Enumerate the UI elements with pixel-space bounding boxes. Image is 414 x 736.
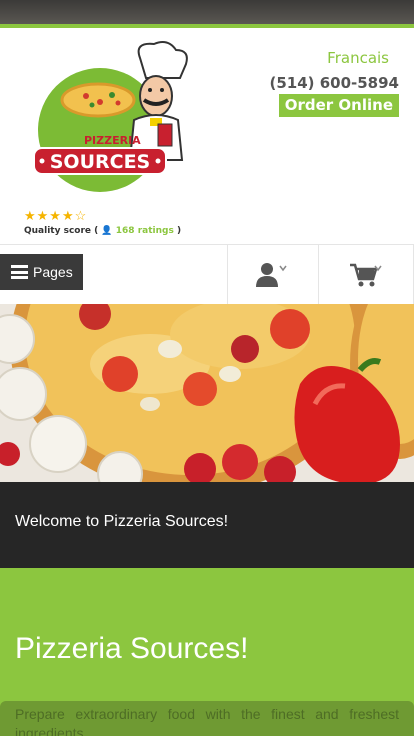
language-switch-link[interactable]: Francais [327, 49, 389, 67]
quality-score-label: Quality score ( [24, 226, 99, 236]
user-icon: 👤 [101, 226, 113, 236]
pizzeria-logo[interactable]: PIZZERIA SOURCES [28, 40, 194, 196]
section-heading: Pizzeria Sources! [15, 632, 249, 665]
hamburger-icon [11, 265, 28, 279]
account-menu-button[interactable] [227, 245, 318, 305]
logo-top-text: PIZZERIA [84, 134, 141, 147]
pages-menu-button[interactable]: Pages [0, 254, 83, 290]
user-icon [256, 263, 287, 287]
pages-menu-label: Pages [33, 264, 73, 280]
chef-face [139, 75, 173, 117]
navigation-bar: Pages [0, 244, 414, 305]
chef-hat [137, 41, 188, 79]
rating-stars: ★★★★☆ [24, 208, 88, 223]
rating-block: ★★★★☆ Quality score ( 👤 168 ratings ) [24, 208, 181, 236]
ratings-count-link[interactable]: 168 ratings [116, 226, 174, 236]
shopping-cart-icon [350, 263, 382, 287]
welcome-bar: Welcome to Pizzeria Sources! [0, 482, 414, 568]
quality-score-close: ) [176, 226, 182, 236]
welcome-text: Welcome to Pizzeria Sources! [15, 513, 229, 530]
top-banner-strip [0, 0, 414, 24]
logo-main-text: SOURCES [50, 151, 151, 173]
quality-score: Quality score ( 👤 168 ratings ) [24, 226, 181, 236]
intro-paragraph: Prepare extraordinary food with the fine… [0, 701, 414, 736]
cart-button[interactable] [318, 245, 414, 305]
hero-pizza-image [0, 304, 414, 482]
site-header: PIZZERIA SOURCES Francais (514) 600-5894… [0, 28, 414, 244]
chevron-down-icon [279, 265, 287, 272]
order-online-button[interactable]: Order Online [278, 94, 399, 117]
phone-number[interactable]: (514) 600-5894 [269, 74, 399, 92]
intro-section: Pizzeria Sources! Prepare extraordinary … [0, 568, 414, 736]
